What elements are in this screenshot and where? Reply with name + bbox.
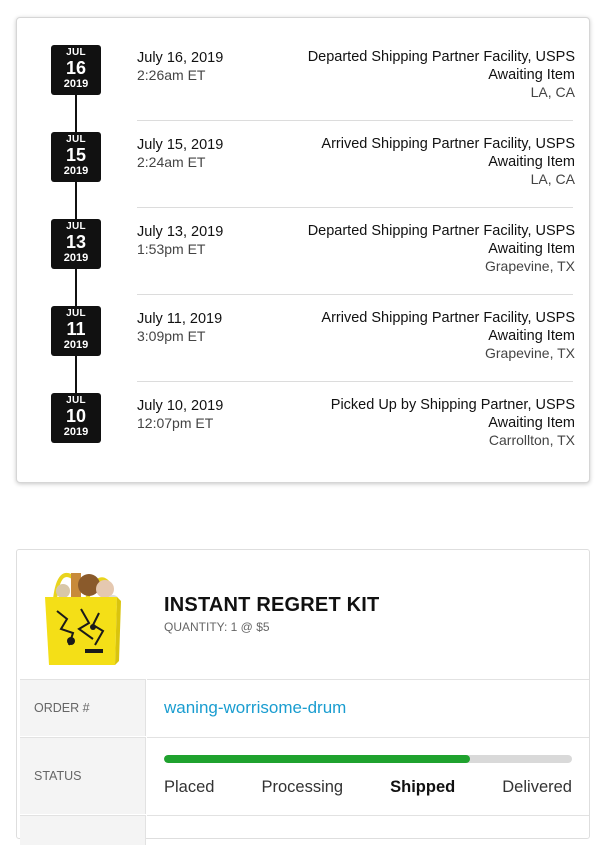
event-when: July 10, 2019 12:07pm ET — [137, 397, 223, 432]
event-date: July 13, 2019 — [137, 224, 224, 240]
event-time: 1:53pm ET — [137, 241, 206, 257]
event-description: Picked Up by Shipping Partner, USPS Awai… — [330, 397, 575, 431]
step-processing: Processing — [261, 778, 344, 796]
date-badge: JUL 11 2019 — [51, 306, 101, 356]
badge-day: 11 — [66, 319, 86, 339]
date-badge: JUL 15 2019 — [51, 132, 101, 182]
status-progress-fill — [164, 755, 470, 763]
event-date: July 16, 2019 — [137, 50, 224, 66]
event-what: Departed Shipping Partner Facility, USPS… — [275, 49, 575, 102]
event-date: July 15, 2019 — [137, 137, 224, 153]
event-description: Arrived Shipping Partner Facility, USPS … — [321, 136, 575, 170]
tracking-event: JUL 10 2019 July 10, 2019 12:07pm ET Pic… — [17, 393, 591, 480]
badge-day: 10 — [65, 406, 87, 426]
status-label: STATUS — [20, 737, 146, 814]
date-badge: JUL 13 2019 — [51, 219, 101, 269]
status-progress-bar — [164, 755, 572, 763]
event-date: July 10, 2019 — [137, 398, 224, 414]
tracking-event: JUL 15 2019 July 15, 2019 2:24am ET Arri… — [17, 132, 591, 219]
tracking-card: JUL 16 2019 July 16, 2019 2:26am ET Depa… — [16, 17, 590, 483]
event-when: July 16, 2019 2:26am ET — [137, 49, 223, 84]
event-divider — [137, 120, 573, 121]
event-when: July 13, 2019 1:53pm ET — [137, 223, 223, 258]
badge-year: 2019 — [63, 426, 89, 438]
event-what: Picked Up by Shipping Partner, USPS Awai… — [275, 397, 575, 450]
order-number-cell: waning-worrisome-drum — [147, 679, 589, 736]
event-divider — [137, 207, 573, 208]
badge-year: 2019 — [63, 78, 89, 90]
event-description: Departed Shipping Partner Facility, USPS… — [307, 223, 575, 257]
event-location: LA, CA — [530, 171, 575, 187]
date-badge: JUL 16 2019 — [51, 45, 101, 95]
order-card: INSTANT REGRET KIT QUANTITY: 1 @ $5 ORDE… — [16, 549, 590, 845]
event-time: 2:24am ET — [137, 154, 206, 170]
event-time: 2:26am ET — [137, 67, 206, 83]
event-location: LA, CA — [530, 84, 575, 100]
date-badge: JUL 10 2019 — [51, 393, 101, 443]
badge-day: 15 — [65, 145, 87, 165]
event-location: Carrollton, TX — [488, 432, 575, 448]
event-time: 3:09pm ET — [137, 328, 206, 344]
next-row-cell — [147, 815, 589, 845]
event-description: Departed Shipping Partner Facility, USPS… — [307, 49, 575, 83]
product-quantity: QUANTITY: 1 @ $5 — [164, 620, 270, 634]
product-name: INSTANT REGRET KIT — [164, 594, 380, 616]
order-number-link[interactable]: waning-worrisome-drum — [164, 698, 346, 718]
event-what: Arrived Shipping Partner Facility, USPS … — [275, 136, 575, 189]
event-divider — [137, 294, 573, 295]
event-location: Grapevine, TX — [484, 345, 575, 361]
tracking-event: JUL 11 2019 July 11, 2019 3:09pm ET Arri… — [17, 306, 591, 393]
order-number-label: ORDER # — [20, 679, 146, 736]
badge-year: 2019 — [63, 165, 89, 177]
step-placed: Placed — [164, 778, 215, 796]
badge-year: 2019 — [63, 252, 89, 264]
event-when: July 15, 2019 2:24am ET — [137, 136, 223, 171]
event-what: Departed Shipping Partner Facility, USPS… — [275, 223, 575, 276]
event-location: Grapevine, TX — [484, 258, 575, 274]
badge-day: 16 — [65, 58, 87, 78]
event-divider — [137, 381, 573, 382]
tracking-event: JUL 13 2019 July 13, 2019 1:53pm ET Depa… — [17, 219, 591, 306]
product-image — [45, 573, 121, 665]
badge-day: 13 — [65, 232, 87, 252]
tracking-event: JUL 16 2019 July 16, 2019 2:26am ET Depa… — [17, 45, 591, 132]
status-cell: Placed Processing Shipped Delivered — [147, 737, 589, 814]
event-what: Arrived Shipping Partner Facility, USPS … — [275, 310, 575, 363]
event-description: Arrived Shipping Partner Facility, USPS … — [321, 310, 575, 344]
step-delivered: Delivered — [502, 778, 572, 796]
next-row-label — [20, 815, 146, 845]
event-time: 12:07pm ET — [137, 415, 214, 431]
step-shipped: Shipped — [390, 778, 456, 796]
event-when: July 11, 2019 3:09pm ET — [137, 310, 222, 345]
event-date: July 11, 2019 — [137, 311, 223, 327]
badge-year: 2019 — [63, 339, 89, 351]
status-steps: Placed Processing Shipped Delivered — [164, 778, 572, 797]
